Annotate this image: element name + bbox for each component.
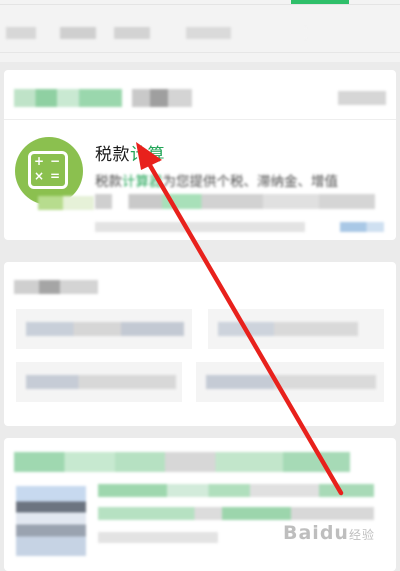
result-title-plain: 税款 [95,145,130,165]
second-desc-line2-blur [98,507,374,520]
icon-overlay-blur [38,196,94,210]
result-title[interactable]: 税款计算 [95,140,165,165]
watermark-text: Baidu [283,522,349,544]
top-blurred-text [6,27,306,39]
related-item-1-blur [26,322,184,336]
app-icon[interactable]: + − × = [15,137,83,205]
desc-plain-1: 税款 [95,174,122,190]
result-url-blur [95,222,305,232]
result-desc-line2-blur [95,194,375,209]
result-title-highlight: 计算 [130,145,165,165]
result-description: 税款计算器为您提供个税、滞纳金、增值 [95,170,338,190]
related-header-blur [14,280,98,294]
result-snapshot-blur[interactable] [340,222,384,232]
watermark-sub: 经验 [348,528,375,542]
second-desc-line3-blur [98,532,218,543]
second-title-blur [14,452,350,472]
top-divider [0,52,400,53]
watermark-logo: Baidu经验 [283,522,375,544]
calculator-icon: + − × = [28,151,68,189]
result-header-right-blur [338,91,386,105]
related-item-3-blur [26,375,176,389]
second-thumbnail[interactable] [16,486,86,556]
result-header-green-blur [14,89,122,107]
desc-plain-2: 为您提供个税、滞纳金、增值 [162,174,339,190]
desc-highlight: 计算器 [122,174,163,190]
result-header-divider [4,119,396,120]
related-item-4-blur [206,375,376,389]
second-desc-line1-blur [98,484,374,497]
top-bar-border [0,4,400,5]
related-item-2-blur [218,322,358,336]
result-header-gray-blur [132,89,192,107]
